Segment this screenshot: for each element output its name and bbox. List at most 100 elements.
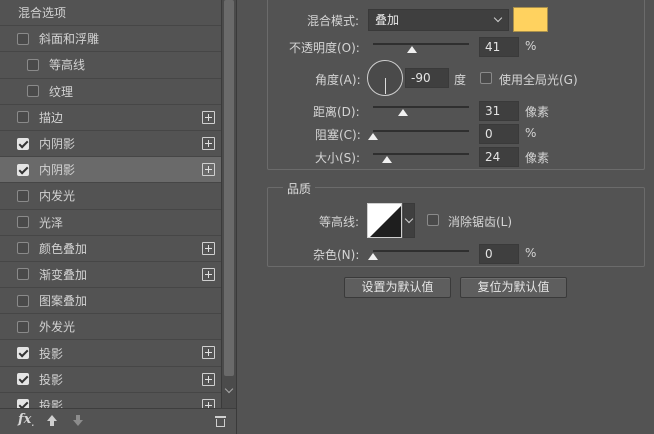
style-list-item[interactable]: 描边 (0, 105, 221, 131)
style-list-item[interactable]: 颜色叠加 (0, 236, 221, 262)
layer-style-list-panel: 混合选项 斜面和浮雕 等高线 纹理 描边 内阴影 内阴影 内发光 光泽 颜色叠加 渐变叠加 图案叠加… (0, 0, 236, 434)
move-up-arrow-icon[interactable] (47, 415, 57, 427)
chevron-down-icon (493, 13, 503, 23)
noise-slider[interactable] (373, 250, 469, 252)
style-checkbox[interactable] (27, 58, 39, 71)
style-list-scrollbar[interactable] (222, 0, 236, 408)
reset-default-button[interactable]: 复位为默认值 (460, 277, 567, 298)
style-list-toolbar: fx. (0, 408, 236, 434)
add-style-plus-icon[interactable] (202, 346, 215, 360)
style-list-item[interactable]: 图案叠加 (0, 288, 221, 315)
style-list-item[interactable]: 外发光 (0, 314, 221, 341)
noise-unit: % (525, 246, 537, 260)
noise-slider-thumb[interactable] (368, 253, 378, 260)
contour-preview[interactable] (367, 203, 402, 238)
style-item-label: 描边 (39, 110, 64, 125)
opacity-slider[interactable] (373, 43, 469, 45)
distance-label: 距离(D): (313, 105, 360, 119)
style-item-label: 等高线 (49, 58, 86, 73)
style-checkbox[interactable] (17, 373, 29, 386)
style-checkbox[interactable] (17, 268, 29, 281)
blend-mode-select[interactable]: 叠加 (368, 9, 509, 31)
distance-slider[interactable] (373, 106, 469, 108)
global-light-label: 使用全局光(G) (499, 73, 578, 87)
style-list-item[interactable]: 内发光 (0, 183, 221, 210)
style-list-item[interactable]: 渐变叠加 (0, 262, 221, 289)
style-checkbox[interactable] (17, 137, 29, 150)
scrollbar-thumb[interactable] (224, 0, 234, 376)
add-style-plus-icon[interactable] (202, 372, 215, 386)
style-list-item[interactable]: 斜面和浮雕 (0, 26, 221, 53)
angle-dial[interactable] (367, 60, 403, 96)
size-slider-thumb[interactable] (382, 156, 393, 163)
style-list-item[interactable]: 内阴影 (0, 131, 221, 158)
choke-slider[interactable] (373, 130, 469, 132)
angle-label: 角度(A): (315, 73, 361, 87)
trash-icon[interactable] (215, 415, 226, 427)
opacity-slider-thumb[interactable] (407, 46, 418, 53)
size-unit: 像素 (525, 151, 550, 165)
style-item-label: 渐变叠加 (39, 267, 88, 282)
contour-curve-icon (370, 206, 401, 237)
style-item-label: 纹理 (49, 84, 74, 99)
fx-icon[interactable]: fx. (18, 412, 35, 428)
style-item-label: 外发光 (39, 320, 76, 335)
add-style-plus-icon[interactable] (202, 163, 215, 177)
opacity-input[interactable]: 41 (479, 37, 519, 57)
choke-input[interactable]: 0 (479, 124, 519, 144)
style-checkbox[interactable] (17, 111, 29, 124)
blend-mode-value: 叠加 (375, 13, 400, 27)
style-item-label: 内阴影 (39, 137, 76, 152)
fx-label: fx (18, 412, 32, 427)
style-item-label: 光泽 (39, 215, 64, 230)
inner-shadow-settings-panel: 混合模式: 叠加 不透明度(O): 41 % 角度(A): -90 度 使用全局… (236, 0, 654, 434)
quality-title: 品质 (283, 180, 316, 197)
distance-input[interactable]: 31 (479, 101, 519, 121)
style-item-label: 投影 (39, 346, 64, 361)
style-checkbox[interactable] (17, 347, 29, 360)
style-list-item[interactable]: 纹理 (0, 79, 221, 105)
blending-options-label: 混合选项 (18, 6, 67, 21)
add-style-plus-icon[interactable] (202, 267, 215, 281)
style-list-item[interactable]: 投影 (0, 367, 221, 393)
style-list-item[interactable]: 光泽 (0, 210, 221, 236)
blending-options-item[interactable]: 混合选项 (0, 0, 221, 27)
distance-unit: 像素 (525, 105, 550, 119)
angle-unit: 度 (454, 73, 467, 87)
style-list-item[interactable]: 投影 (0, 340, 221, 367)
angle-input[interactable]: -90 (405, 68, 449, 88)
opacity-label: 不透明度(O): (289, 41, 360, 55)
size-slider[interactable] (373, 153, 469, 155)
scroll-down-arrow-icon[interactable] (225, 386, 233, 394)
style-list-item[interactable]: 等高线 (0, 52, 221, 79)
add-style-plus-icon[interactable] (202, 110, 215, 124)
style-checkbox[interactable] (17, 294, 29, 307)
choke-slider-thumb[interactable] (368, 133, 378, 140)
style-checkbox[interactable] (17, 216, 29, 229)
contour-dropdown-chevron-icon[interactable] (403, 203, 415, 238)
size-label: 大小(S): (315, 151, 361, 165)
noise-label: 杂色(N): (313, 248, 360, 262)
add-style-plus-icon[interactable] (202, 241, 215, 255)
style-item-label: 内阴影 (39, 163, 76, 178)
style-checkbox[interactable] (27, 85, 39, 98)
style-checkbox[interactable] (17, 189, 29, 202)
style-item-label: 斜面和浮雕 (39, 32, 100, 47)
style-checkbox[interactable] (17, 320, 29, 333)
style-item-label: 颜色叠加 (39, 241, 88, 256)
style-checkbox[interactable] (17, 242, 29, 255)
style-checkbox[interactable] (17, 163, 29, 176)
noise-input[interactable]: 0 (479, 244, 519, 264)
add-style-plus-icon[interactable] (202, 136, 215, 150)
distance-slider-thumb[interactable] (397, 109, 408, 116)
style-item-label: 内发光 (39, 189, 76, 204)
size-input[interactable]: 24 (479, 147, 519, 167)
shadow-color-swatch[interactable] (513, 7, 548, 32)
style-checkbox[interactable] (17, 32, 29, 45)
style-list-item[interactable]: 内阴影 (0, 157, 221, 184)
global-light-checkbox[interactable] (480, 72, 492, 84)
move-down-arrow-icon[interactable] (73, 415, 83, 427)
fx-suffix: . (31, 418, 35, 428)
anti-alias-checkbox[interactable] (427, 214, 439, 226)
make-default-button[interactable]: 设置为默认值 (344, 277, 451, 298)
